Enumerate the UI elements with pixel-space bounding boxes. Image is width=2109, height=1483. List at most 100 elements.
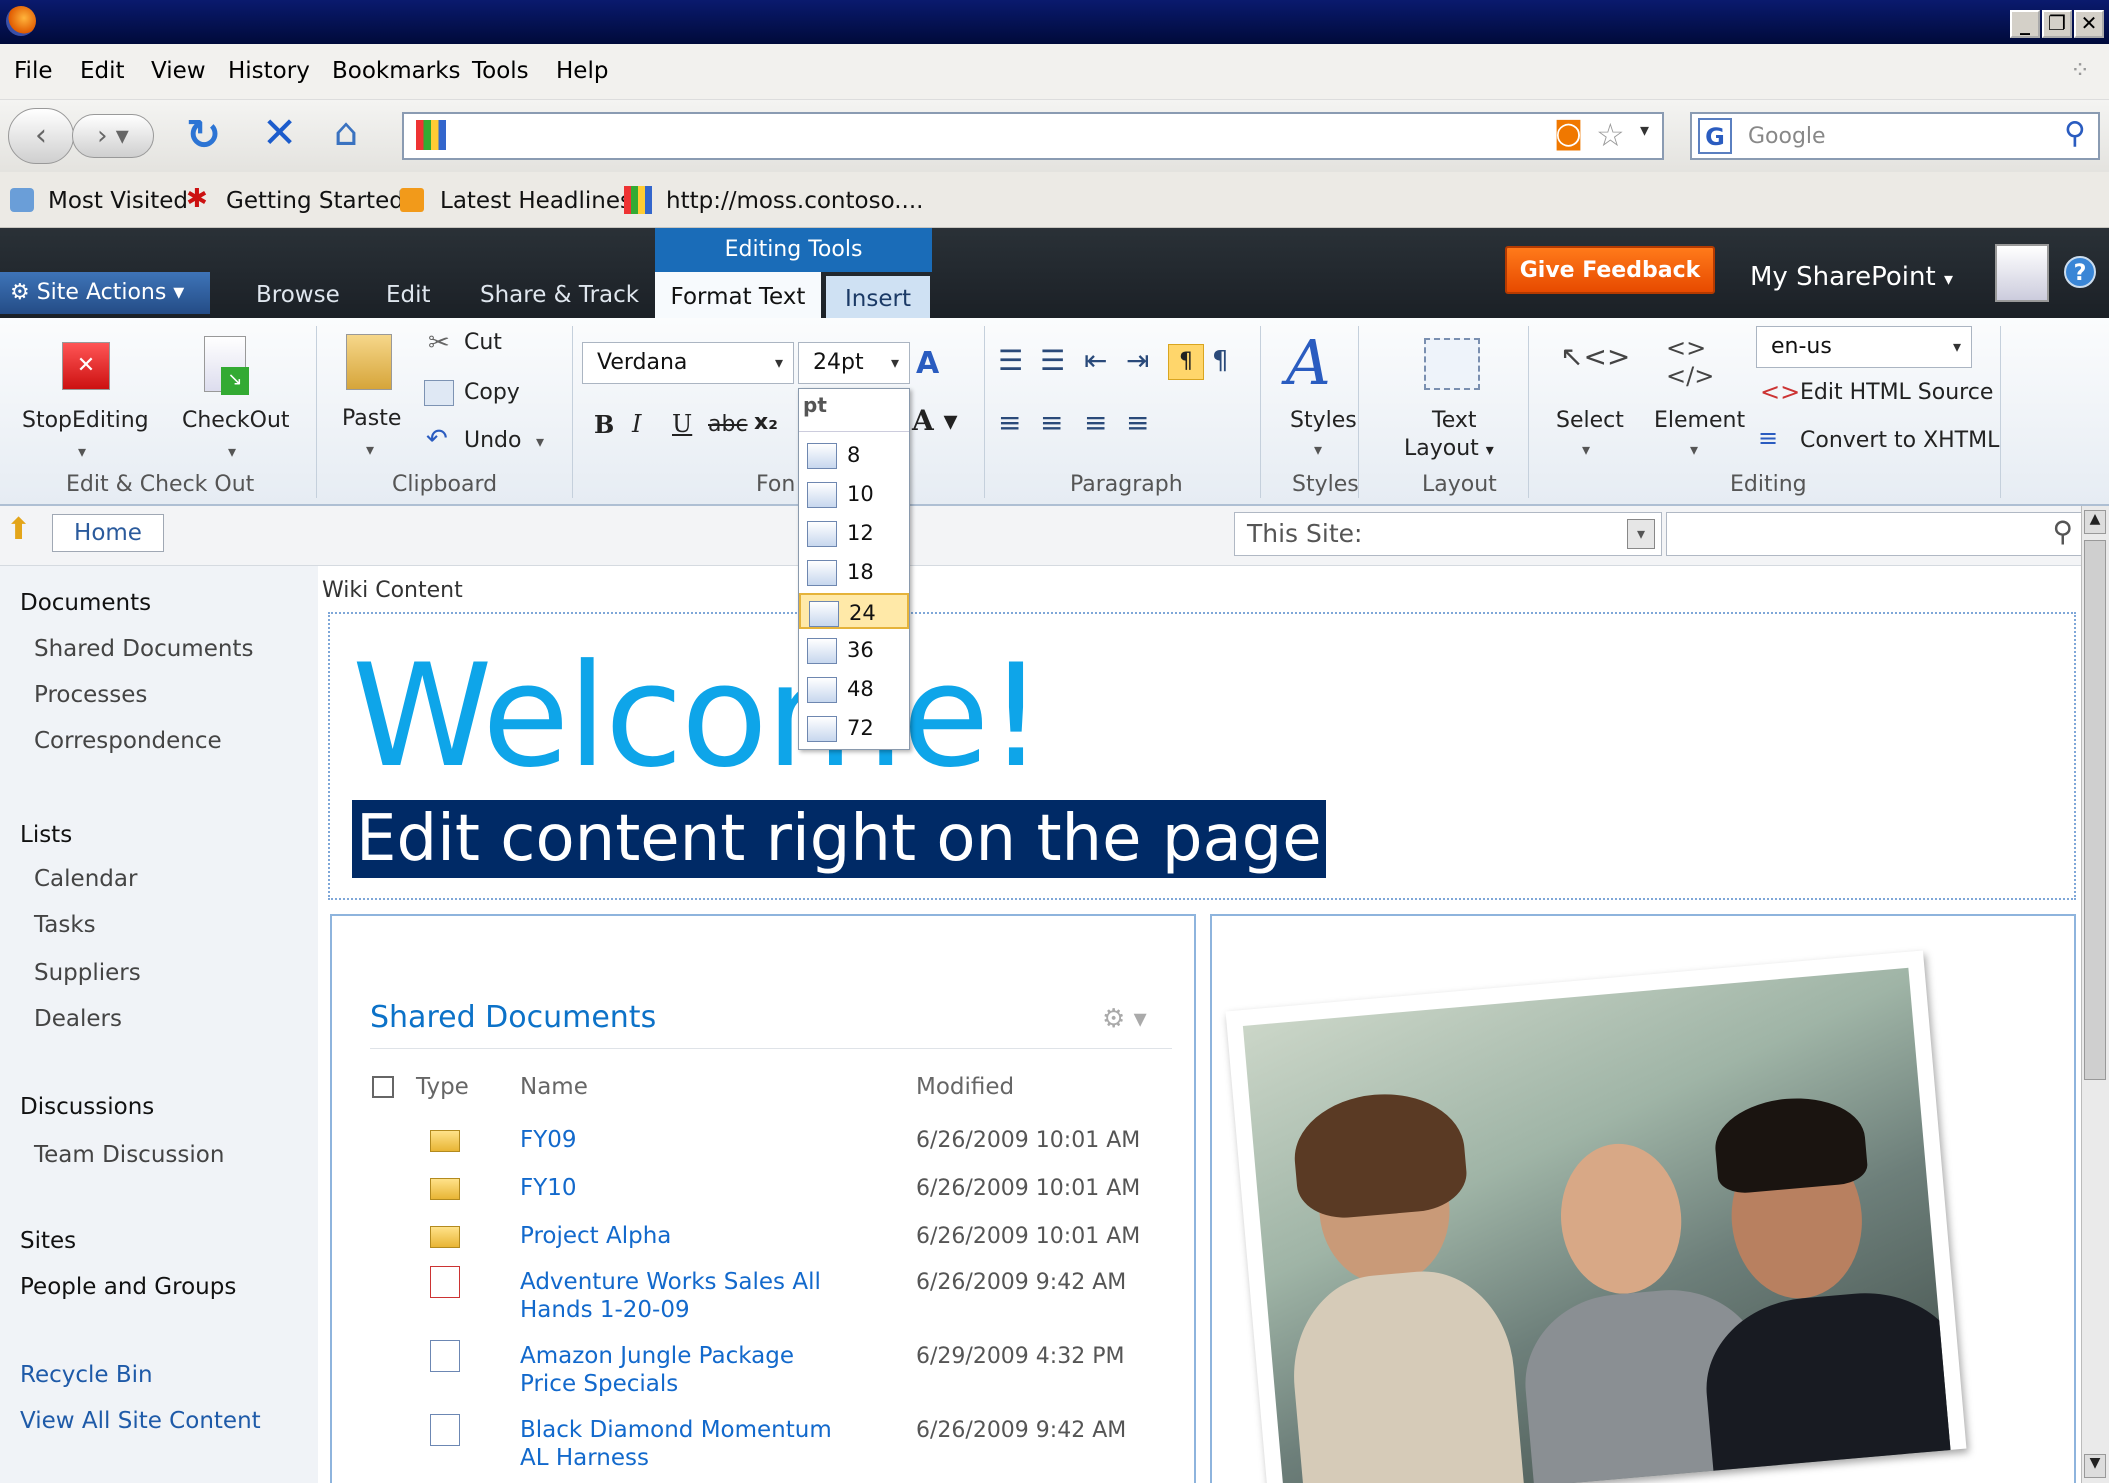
check-out-button[interactable]: CheckOut [182,408,290,433]
give-feedback-button[interactable]: Give Feedback [1505,246,1715,294]
bookmark-star-icon[interactable]: ☆ [1596,116,1625,154]
select-button[interactable]: Select [1556,408,1624,433]
url-bar[interactable]: ◙ ☆ ▾ [402,112,1664,160]
element-button[interactable]: Element [1654,408,1745,433]
text-layout-button-line2[interactable]: Layout ▾ [1404,436,1494,461]
font-size-option-12[interactable]: 12 [799,515,909,551]
increase-indent-icon[interactable]: ⇥ [1126,344,1149,377]
text-layout-button[interactable]: Text [1432,408,1477,433]
cut-button[interactable]: Cut [464,330,502,355]
select-all-checkbox[interactable] [372,1076,394,1098]
font-size-option-36[interactable]: 36 [799,632,909,668]
welcome-heading[interactable]: Welcome! [352,634,1044,799]
align-left-icon[interactable]: ≡ [998,406,1021,439]
nav-item-shared-documents[interactable]: Shared Documents [34,636,253,662]
clear-format-icon[interactable]: A [916,346,939,381]
doc-link-fy10[interactable]: FY10 [520,1174,860,1202]
help-icon[interactable]: ? [2064,256,2096,288]
justify-icon[interactable]: ≡ [1126,406,1149,439]
nav-heading-sites[interactable]: Sites [20,1228,76,1254]
font-size-option-72[interactable]: 72 [799,710,909,746]
doc-link-adventure-works[interactable]: Adventure Works Sales All Hands 1-20-09 [520,1268,860,1324]
doc-link-black-diamond[interactable]: Black Diamond Momentum AL Harness [520,1416,860,1472]
search-scope-select[interactable]: This Site: ▾ [1234,512,1662,556]
site-actions-menu[interactable]: ⚙ Site Actions ▾ [0,272,210,314]
menu-bookmarks[interactable]: Bookmarks [332,58,461,84]
site-search-input[interactable]: ⚲ [1666,512,2084,556]
nav-item-tasks[interactable]: Tasks [34,912,96,938]
convert-to-xhtml-button[interactable]: Convert to XHTML [1800,428,1999,453]
nav-item-suppliers[interactable]: Suppliers [34,960,141,986]
menu-view[interactable]: View [151,58,206,84]
rss-icon[interactable]: ◙ [1554,116,1583,151]
stop-editing-button[interactable]: StopEditing [22,408,149,433]
column-header-type[interactable]: Type [416,1074,469,1100]
nav-recycle-bin[interactable]: Recycle Bin [20,1362,153,1388]
bookmark-latest-headlines[interactable]: Latest Headlines [440,188,632,214]
nav-people-and-groups[interactable]: People and Groups [20,1274,236,1300]
reload-icon[interactable]: ↻ [186,110,221,159]
my-sharepoint-menu[interactable]: My SharePoint ▾ [1750,262,1953,292]
user-avatar[interactable] [1995,244,2049,302]
language-select[interactable]: en-us ▾ [1756,326,1972,368]
nav-item-team-discussion[interactable]: Team Discussion [34,1142,224,1168]
styles-button[interactable]: Styles [1290,408,1357,433]
menu-history[interactable]: History [228,58,310,84]
ltr-icon[interactable]: ¶ [1168,344,1204,380]
google-engine-icon[interactable]: G [1698,118,1732,154]
breadcrumb-home[interactable]: Home [52,514,164,552]
font-size-option-24[interactable]: 24 [799,593,909,629]
column-header-name[interactable]: Name [520,1074,588,1100]
nav-view-all-site-content[interactable]: View All Site Content [20,1408,261,1434]
bullets-icon[interactable]: ☰ [998,344,1023,377]
vertical-scrollbar[interactable]: ▲ ▼ [2081,506,2109,1483]
nav-heading-documents[interactable]: Documents [20,590,151,616]
chevron-down-icon[interactable]: ▾ [366,440,374,459]
navigate-up-icon[interactable]: ⬆ [6,512,31,547]
font-size-option-48[interactable]: 48 [799,671,909,707]
url-dropdown-icon[interactable]: ▾ [1640,120,1649,141]
bookmark-getting-started[interactable]: Getting Started [226,188,404,214]
font-family-select[interactable]: Verdana ▾ [582,342,794,384]
rtl-icon[interactable]: ¶ [1212,346,1229,376]
align-center-icon[interactable]: ≡ [1040,406,1063,439]
chevron-down-icon[interactable]: ▾ [78,442,86,461]
home-icon[interactable]: ⌂ [334,110,358,154]
menu-edit[interactable]: Edit [80,58,125,84]
font-size-option-8[interactable]: 8 [799,437,909,473]
tab-insert[interactable]: Insert [826,276,930,319]
forward-button[interactable]: › ▾ [72,114,154,158]
bookmark-most-visited[interactable]: Most Visited [48,188,188,214]
font-color-button[interactable]: A ▾ [912,404,958,437]
column-header-modified[interactable]: Modified [916,1074,1014,1100]
edit-html-source-button[interactable]: Edit HTML Source [1800,380,1993,405]
paste-button[interactable]: Paste [342,406,401,431]
underline-button[interactable]: U [672,410,692,438]
minimize-button[interactable]: _ [2010,10,2040,38]
nav-item-dealers[interactable]: Dealers [34,1006,122,1032]
chevron-down-icon[interactable]: ▾ [228,442,236,461]
shared-documents-title[interactable]: Shared Documents [370,1000,656,1035]
italic-button[interactable]: I [632,410,641,438]
strikethrough-button[interactable]: abc [708,412,748,437]
selected-subtitle-text[interactable]: Edit content right on the page [352,800,1326,878]
tab-share-track[interactable]: Share & Track [480,282,639,308]
menu-file[interactable]: File [14,58,53,84]
nav-item-correspondence[interactable]: Correspondence [34,728,222,754]
copy-button[interactable]: Copy [464,380,520,405]
webpart-menu-gear-icon[interactable]: ⚙ ▾ [1102,1004,1147,1034]
scroll-down-icon[interactable]: ▼ [2084,1454,2106,1478]
nav-heading-lists[interactable]: Lists [20,822,72,848]
decrease-indent-icon[interactable]: ⇤ [1084,344,1107,377]
search-icon[interactable]: ⚲ [2064,116,2086,151]
bold-button[interactable]: B [594,410,614,439]
nav-heading-discussions[interactable]: Discussions [20,1094,154,1120]
menu-help[interactable]: Help [556,58,608,84]
align-right-icon[interactable]: ≡ [1084,406,1107,439]
subscript-button[interactable]: x₂ [754,410,778,435]
restore-button[interactable]: ❐ [2042,10,2072,38]
tab-format-text[interactable]: Format Text [655,272,821,319]
web-search-box[interactable]: G Google ⚲ [1690,112,2100,160]
close-window-button[interactable]: ✕ [2074,10,2104,38]
chevron-down-icon[interactable]: ▾ [1690,440,1698,459]
